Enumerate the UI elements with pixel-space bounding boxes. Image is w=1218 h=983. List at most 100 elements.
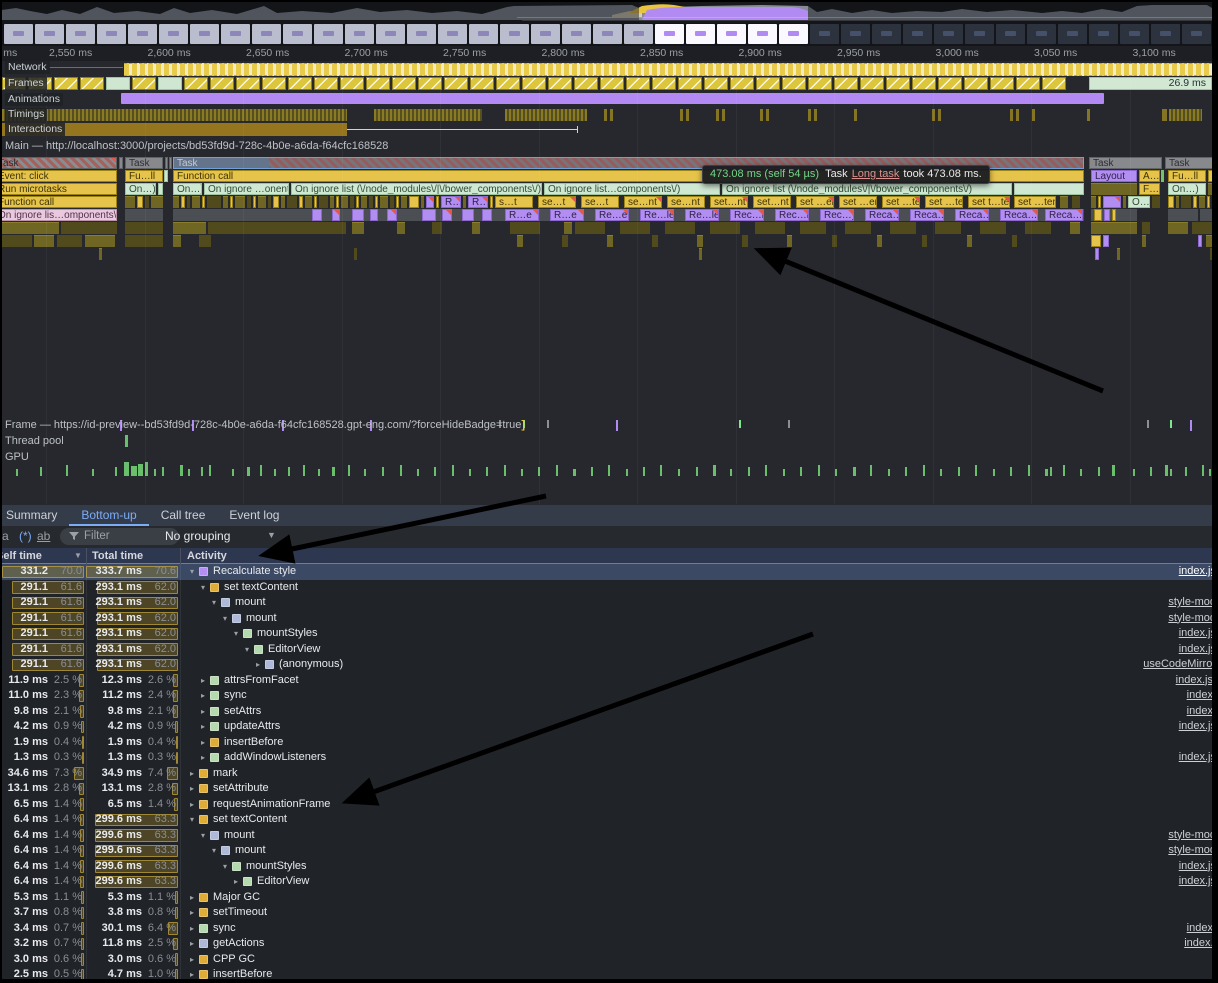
gpu-event[interactable] xyxy=(274,469,276,476)
flame-event[interactable] xyxy=(1014,183,1084,195)
filmstrip-screenshot[interactable] xyxy=(252,24,281,44)
flame-event[interactable] xyxy=(1199,196,1205,208)
timing-marker[interactable] xyxy=(760,109,763,121)
collapse-arrow-icon[interactable]: ▾ xyxy=(209,843,219,859)
filmstrip-screenshot[interactable] xyxy=(965,24,994,44)
collapse-arrow-icon[interactable]: ▾ xyxy=(209,595,219,611)
flame-event[interactable] xyxy=(490,196,493,208)
self-time-cell[interactable]: 3.0 ms0.6 % xyxy=(2,952,86,968)
gpu-event[interactable] xyxy=(521,469,523,476)
frame-block[interactable] xyxy=(678,77,702,90)
activity-cell[interactable]: ▾mountStylesindex.js xyxy=(180,859,1212,875)
flame-event[interactable] xyxy=(1176,196,1179,208)
flame-event[interactable] xyxy=(173,196,179,208)
frame-block[interactable] xyxy=(1016,77,1040,90)
total-time-cell[interactable]: 293.1 ms62.0 % xyxy=(86,595,180,611)
flame-event[interactable] xyxy=(165,157,168,169)
expand-arrow-icon[interactable]: ▸ xyxy=(253,657,263,673)
timing-marker[interactable] xyxy=(1016,109,1019,121)
total-time-cell[interactable]: 4.2 ms0.9 % xyxy=(86,719,180,735)
gpu-event[interactable] xyxy=(888,469,890,476)
activity-cell[interactable]: ▾mountstyle-mod xyxy=(180,843,1212,859)
expand-arrow-icon[interactable]: ▸ xyxy=(187,905,197,921)
filmstrip-screenshot[interactable] xyxy=(717,24,746,44)
total-time-cell[interactable]: 299.6 ms63.3 % xyxy=(86,859,180,875)
table-row[interactable]: 1.3 ms0.3 %1.3 ms0.3 %▸addWindowListener… xyxy=(2,750,1212,766)
flame-event[interactable] xyxy=(510,222,540,234)
flame-event[interactable] xyxy=(164,170,168,182)
flame-event[interactable] xyxy=(397,222,405,234)
frame-block[interactable] xyxy=(54,77,78,90)
long-task-link[interactable]: Long task xyxy=(852,168,900,180)
filmstrip-screenshot[interactable] xyxy=(686,24,715,44)
gpu-event[interactable] xyxy=(1050,467,1052,476)
filmstrip-screenshot[interactable] xyxy=(128,24,157,44)
expand-arrow-icon[interactable]: ▸ xyxy=(187,890,197,906)
flame-event[interactable] xyxy=(145,196,149,208)
flame-event[interactable] xyxy=(1152,196,1160,208)
frame-block[interactable] xyxy=(782,77,806,90)
frame-block[interactable] xyxy=(834,77,858,90)
frame-block[interactable] xyxy=(548,77,572,90)
flame-event[interactable]: A… xyxy=(1139,170,1160,182)
frame-block[interactable] xyxy=(730,77,754,90)
frame-block[interactable] xyxy=(626,77,650,90)
gpu-event[interactable] xyxy=(66,465,68,476)
gpu-event[interactable] xyxy=(486,467,488,476)
activity-cell[interactable]: ▸insertBefore xyxy=(180,967,1212,979)
self-time-cell[interactable]: 4.2 ms0.9 % xyxy=(2,719,86,735)
gpu-event[interactable] xyxy=(870,465,872,476)
flame-event[interactable] xyxy=(1208,183,1212,195)
activity-cell[interactable]: ▾mountstyle-mod xyxy=(180,828,1212,844)
source-link[interactable]: index.js xyxy=(1179,859,1212,875)
filmstrip-screenshot[interactable] xyxy=(500,24,529,44)
flame-event[interactable] xyxy=(1200,209,1212,221)
flame-event[interactable]: O… xyxy=(1128,196,1150,208)
frame-event-marker[interactable] xyxy=(1170,420,1172,428)
filmstrip-screenshot[interactable] xyxy=(934,24,963,44)
filmstrip-screenshot[interactable] xyxy=(1120,24,1149,44)
collapse-arrow-icon[interactable]: ▾ xyxy=(187,812,197,828)
filmstrip-screenshot[interactable] xyxy=(1058,24,1087,44)
filmstrip-screenshot[interactable] xyxy=(66,24,95,44)
total-time-header[interactable]: Total time xyxy=(92,549,143,563)
thread-pool-header[interactable]: Thread pool xyxy=(5,435,64,447)
gpu-event[interactable] xyxy=(678,469,680,476)
source-link[interactable]: style-mod xyxy=(1168,611,1212,627)
gpu-event[interactable] xyxy=(332,467,335,476)
flame-event[interactable] xyxy=(1192,222,1212,234)
gpu-header[interactable]: GPU xyxy=(5,451,29,463)
total-time-cell[interactable]: 13.1 ms2.8 % xyxy=(86,781,180,797)
gpu-event[interactable] xyxy=(348,465,350,476)
flame-event[interactable] xyxy=(877,235,882,247)
filmstrip-screenshot[interactable] xyxy=(841,24,870,44)
frame-block[interactable] xyxy=(288,77,312,90)
gpu-event[interactable] xyxy=(1098,467,1100,476)
self-time-cell[interactable]: 1.9 ms0.4 % xyxy=(2,735,86,751)
flame-event[interactable] xyxy=(1198,235,1202,247)
flame-event[interactable] xyxy=(607,235,613,247)
gpu-event[interactable] xyxy=(469,469,471,476)
flame-event[interactable] xyxy=(202,196,205,208)
flame-event[interactable] xyxy=(287,196,297,208)
timing-marker[interactable] xyxy=(814,109,817,121)
flame-event[interactable] xyxy=(472,222,480,234)
flame-event[interactable]: On…) xyxy=(125,183,156,195)
flame-event[interactable] xyxy=(463,196,466,208)
table-row[interactable]: 11.0 ms2.3 %11.2 ms2.4 %▸syncindex. xyxy=(2,688,1212,704)
gpu-event[interactable] xyxy=(504,465,506,476)
source-link[interactable]: index.js xyxy=(1179,750,1212,766)
flame-event[interactable]: On ignore lis…omponents\/) xyxy=(2,209,117,221)
gpu-event[interactable] xyxy=(260,465,262,476)
gpu-event[interactable] xyxy=(556,465,558,476)
flame-event[interactable] xyxy=(137,196,143,208)
match-case-button[interactable]: Aa xyxy=(2,529,9,543)
flame-event[interactable]: On ignore list (\/node_modules\/|\/bower… xyxy=(291,183,542,195)
frame-duration-badge[interactable]: 26.9 ms xyxy=(1089,77,1212,90)
flame-event[interactable] xyxy=(158,183,163,195)
frame-block[interactable] xyxy=(600,77,624,90)
flame-event[interactable] xyxy=(967,235,972,247)
total-time-cell[interactable]: 30.1 ms6.4 % xyxy=(86,921,180,937)
gpu-event[interactable] xyxy=(1063,465,1065,476)
timing-marker[interactable] xyxy=(808,109,811,121)
